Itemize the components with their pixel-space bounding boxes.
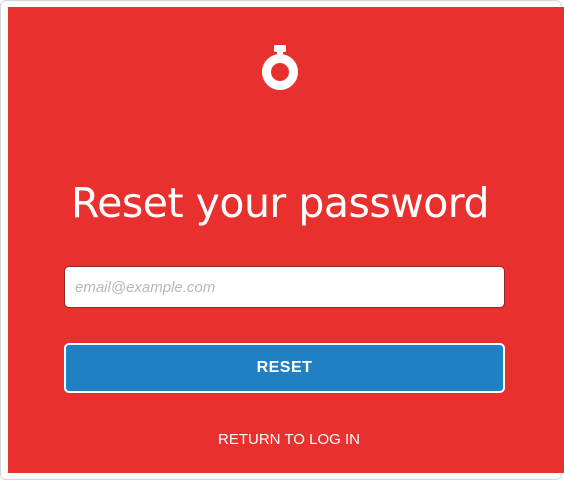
page-title: Reset your password xyxy=(71,179,489,228)
reset-button[interactable]: RESET xyxy=(64,343,505,393)
stopwatch-ring-icon xyxy=(262,45,298,90)
return-to-login-link[interactable]: RETURN TO LOG IN xyxy=(0,431,564,448)
email-field[interactable] xyxy=(64,266,505,308)
